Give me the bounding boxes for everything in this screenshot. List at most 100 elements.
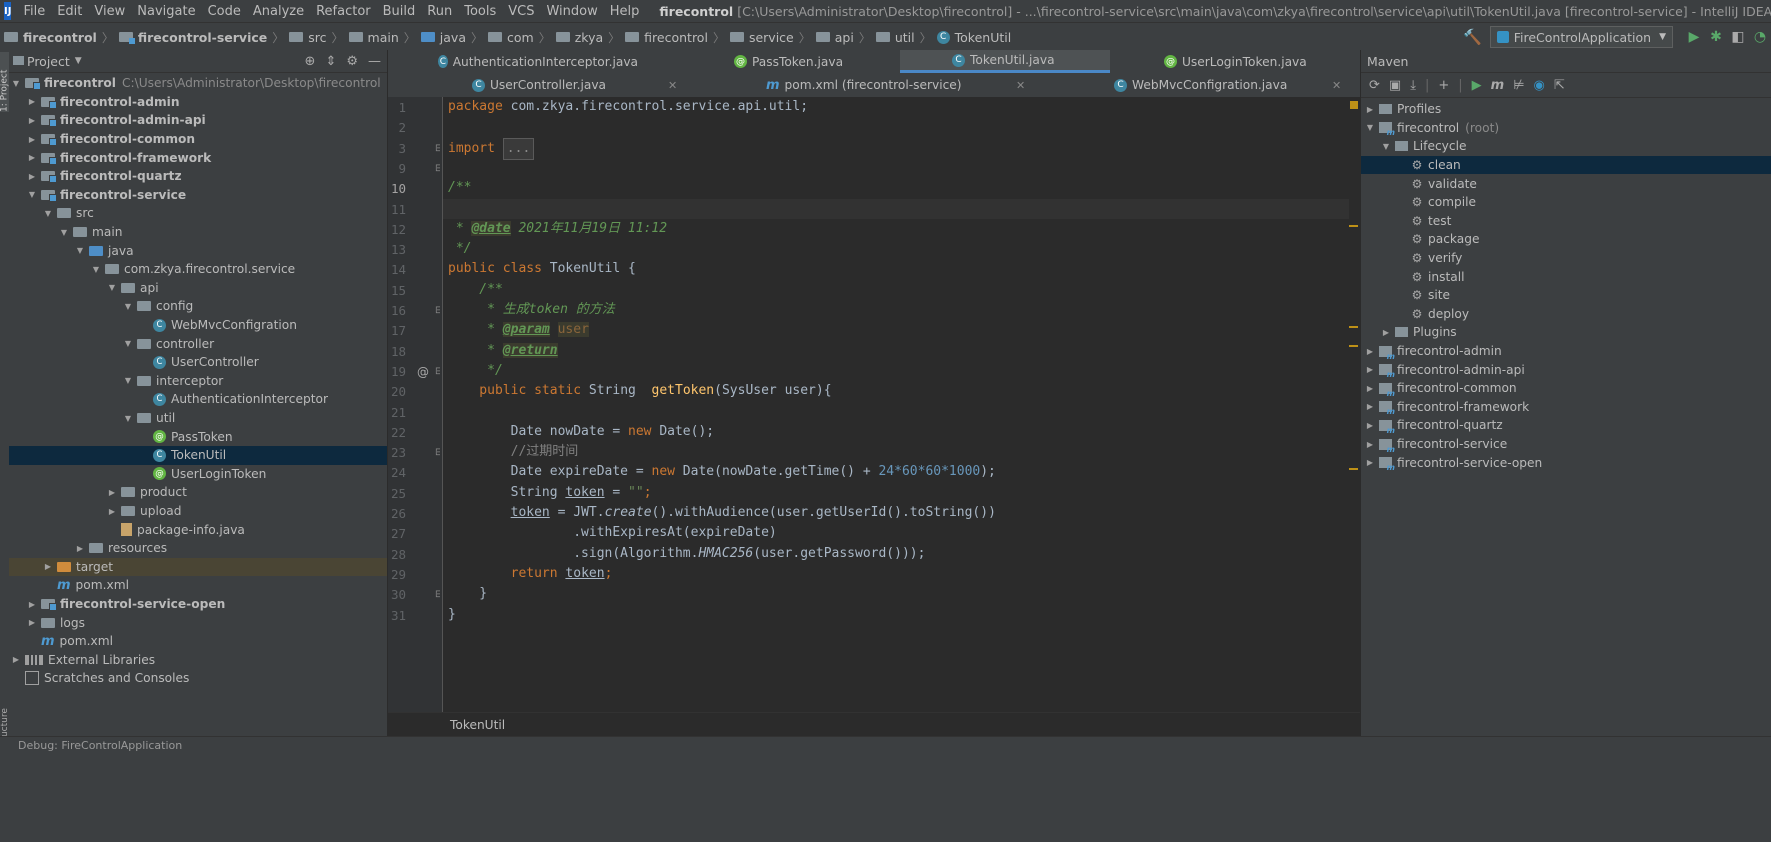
menu-analyze[interactable]: Analyze (247, 4, 310, 19)
maven-goal[interactable]: ⚙ install (1361, 267, 1771, 286)
menu-code[interactable]: Code (202, 4, 247, 19)
tree-item[interactable]: ▶ firecontrol-quartz (9, 167, 387, 186)
tree-item[interactable]: ▼ com.zkya.firecontrol.service (9, 260, 387, 279)
crumb-api[interactable]: api (815, 30, 854, 45)
expand-arrow-icon[interactable]: ▼ (107, 283, 117, 292)
maven-tree-item[interactable]: ▶ firecontrol-framework (1361, 398, 1771, 417)
collapse-arrow-icon[interactable]: ▶ (27, 618, 37, 627)
breadcrumb-class[interactable]: TokenUtil (450, 718, 505, 732)
menu-window[interactable]: Window (540, 4, 603, 19)
collapse-arrow-icon[interactable]: ▶ (27, 600, 37, 609)
tree-item[interactable]: @ PassToken (9, 427, 387, 446)
menu-navigate[interactable]: Navigate (131, 4, 201, 19)
warning-marker[interactable] (1349, 345, 1358, 347)
collapse-arrow-icon[interactable]: ▶ (1365, 105, 1375, 114)
tree-item[interactable]: ▼ firecontrol C:\Users\Administrator\Deskt… (9, 74, 387, 93)
tree-item[interactable]: ▼ controller (9, 334, 387, 353)
menu-refactor[interactable]: Refactor (310, 4, 377, 19)
tree-item[interactable]: C WebMvcConfigration (9, 316, 387, 335)
crumb-src[interactable]: src (289, 30, 327, 45)
close-icon[interactable]: ✕ (668, 79, 677, 92)
tree-item[interactable]: ▼ api (9, 279, 387, 298)
menu-edit[interactable]: Edit (51, 4, 88, 19)
crumb-module[interactable]: firecontrol-service (118, 30, 267, 45)
tree-item[interactable]: ▶ External Libraries (9, 651, 387, 670)
menu-tools[interactable]: Tools (458, 4, 502, 19)
warning-marker[interactable] (1349, 468, 1358, 470)
project-view-select[interactable]: Project (27, 54, 70, 69)
run-icon[interactable]: ▶ (1683, 29, 1705, 45)
crumb-main[interactable]: main (348, 30, 399, 45)
tree-item[interactable]: ▶ upload (9, 502, 387, 521)
expand-arrow-icon[interactable]: ▼ (123, 339, 133, 348)
expand-arrow-icon[interactable]: ▼ (123, 302, 133, 311)
tree-item[interactable]: ▼ util (9, 409, 387, 428)
coverage-icon[interactable]: ◧ (1727, 29, 1749, 45)
gear-icon[interactable]: ⚙ (346, 54, 358, 69)
tree-item[interactable]: ▼ java (9, 241, 387, 260)
tab-userlogintoken[interactable]: @ UserLoginToken.java (1164, 50, 1344, 73)
menu-run[interactable]: Run (421, 4, 458, 19)
maven-tree-item[interactable]: ▼ Lifecycle (1361, 137, 1771, 156)
menu-vcs[interactable]: VCS (502, 4, 540, 19)
tree-item[interactable]: ▼ firecontrol-service (9, 186, 387, 205)
maven-tree-item[interactable]: ▶ firecontrol-admin-api (1361, 360, 1771, 380)
maven-goal[interactable]: ⚙ compile (1361, 193, 1771, 212)
tree-item[interactable]: ▶ product (9, 483, 387, 502)
expand-arrow-icon[interactable]: ▼ (43, 209, 53, 218)
tree-item[interactable]: Scratches and Consoles (9, 669, 387, 688)
override-marker-icon[interactable]: @ (417, 365, 429, 379)
tree-item[interactable]: ▶ firecontrol-framework (9, 148, 387, 167)
expand-arrow-icon[interactable]: ▼ (11, 79, 21, 88)
collapse-arrow-icon[interactable]: ▶ (1365, 458, 1375, 467)
tree-item[interactable]: C TokenUtil (9, 446, 387, 465)
download-icon[interactable]: ⤓ (1410, 78, 1416, 93)
maven-goal[interactable]: ⚙ site (1361, 286, 1771, 305)
code-editor[interactable]: package com.zkya.firecontrol.service.api… (443, 97, 1349, 712)
build-hammer-icon[interactable]: 🔨 (1463, 28, 1482, 46)
crumb-service[interactable]: service (729, 30, 794, 45)
tree-item[interactable]: ▼ interceptor (9, 372, 387, 391)
collapse-arrow-icon[interactable]: ▶ (1365, 384, 1375, 393)
maven-goal[interactable]: ⚙ verify (1361, 249, 1771, 268)
maven-tree-item[interactable]: ▼ firecontrol (root) (1361, 119, 1771, 138)
warning-marker[interactable] (1349, 326, 1358, 328)
maven-goal[interactable]: ⚙ clean (1361, 155, 1771, 175)
collapse-arrow-icon[interactable]: ▶ (107, 488, 117, 497)
tree-item[interactable]: ▼ main (9, 223, 387, 242)
menu-help[interactable]: Help (604, 4, 646, 19)
tree-item[interactable]: ▶ firecontrol-admin (9, 93, 387, 112)
tab-passtoken[interactable]: @ PassToken.java (734, 50, 894, 73)
warning-icon[interactable] (1350, 101, 1358, 109)
expand-arrow-icon[interactable]: ▼ (59, 228, 69, 237)
debug-icon[interactable]: ✱ (1705, 29, 1727, 45)
menu-build[interactable]: Build (377, 4, 422, 19)
tree-item[interactable]: ▶ firecontrol-common (9, 130, 387, 149)
collapse-arrow-icon[interactable]: ▶ (27, 135, 37, 144)
collapse-arrow-icon[interactable]: ▶ (1381, 328, 1391, 337)
folded-imports[interactable]: ... (502, 137, 535, 160)
tree-item[interactable]: C UserController (9, 353, 387, 372)
tree-item[interactable]: ▶ firecontrol-service-open (9, 595, 387, 614)
run-icon[interactable]: ▶ (1472, 78, 1482, 93)
expand-arrow-icon[interactable]: ▼ (1381, 142, 1391, 151)
maven-goal[interactable]: ⚙ deploy (1361, 305, 1771, 324)
add-folder-icon[interactable]: ▣ (1389, 78, 1401, 93)
tree-item[interactable]: ▶ resources (9, 539, 387, 558)
tree-item[interactable]: m pom.xml (9, 576, 387, 595)
tab-tokenutil[interactable]: C TokenUtil.java (900, 50, 1110, 73)
maven-tree-item[interactable]: ▶ firecontrol-admin (1361, 342, 1771, 361)
maven-tree-item[interactable]: ▶ Profiles (1361, 100, 1771, 119)
collapse-arrow-icon[interactable]: ▶ (43, 562, 53, 571)
tab-webmvcconfigration[interactable]: C WebMvcConfigration.java ✕ (1114, 73, 1344, 97)
maven-tree-item[interactable]: ▶ Plugins (1361, 323, 1771, 342)
collapse-arrow-icon[interactable]: ▶ (27, 153, 37, 162)
show-dependencies-icon[interactable]: ⇱ (1554, 78, 1565, 93)
toggle-offline-icon[interactable]: ⊭ (1513, 78, 1524, 93)
crumb-util[interactable]: util (875, 30, 915, 45)
crumb-com[interactable]: com (488, 30, 534, 45)
expand-arrow-icon[interactable]: ▼ (91, 265, 101, 274)
collapse-arrow-icon[interactable]: ▶ (1365, 347, 1375, 356)
collapse-arrow-icon[interactable]: ▶ (11, 655, 21, 664)
collapse-arrow-icon[interactable]: ▶ (75, 544, 85, 553)
